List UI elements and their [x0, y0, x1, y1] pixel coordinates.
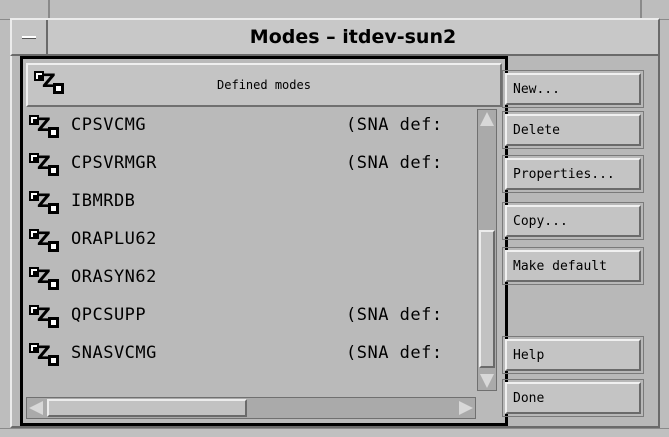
- horizontal-scroll-thumb[interactable]: [47, 399, 247, 417]
- mode-name: IBMRDB: [71, 191, 136, 211]
- list-header: Z Defined modes: [26, 63, 502, 107]
- scroll-up-arrow-icon[interactable]: [480, 112, 494, 126]
- mode-name: ORASYN62: [71, 267, 157, 287]
- horizontal-scrollbar[interactable]: [26, 397, 476, 419]
- delete-button[interactable]: Delete: [502, 111, 644, 149]
- frame-tick: [48, 0, 50, 20]
- mode-icon: Z: [29, 305, 59, 329]
- mode-name: CPSVRMGR: [71, 153, 157, 173]
- window-menu-icon: [22, 35, 36, 39]
- mode-name: CPSVCMG: [71, 115, 147, 135]
- mode-description: (SNA def:: [346, 115, 443, 135]
- window-frame-top: [0, 0, 669, 20]
- modes-list: Z CPSVCMG (SNA def: Z CPSVRMGR (SNA def:…: [26, 109, 476, 385]
- list-item[interactable]: Z ORAPLU62: [26, 223, 476, 257]
- mode-icon: Z: [29, 229, 59, 253]
- list-item[interactable]: Z CPSVRMGR (SNA def:: [26, 147, 476, 181]
- done-button[interactable]: Done: [502, 379, 644, 417]
- properties-button[interactable]: Properties...: [502, 155, 644, 193]
- window-title: Modes – itdev-sun2: [249, 26, 457, 48]
- mode-name: SNASVCMG: [71, 343, 157, 363]
- copy-button[interactable]: Copy...: [502, 202, 644, 240]
- list-item[interactable]: Z CPSVCMG (SNA def:: [26, 109, 476, 143]
- make-default-button[interactable]: Make default: [502, 247, 644, 285]
- mode-description: (SNA def:: [346, 343, 443, 363]
- dialog-body: Z Defined modes Z CPSVCMG (SNA def: Z CP…: [10, 56, 660, 428]
- list-header-label: Defined modes: [217, 78, 311, 92]
- scroll-left-arrow-icon[interactable]: [29, 401, 43, 415]
- mode-icon: Z: [29, 267, 59, 291]
- list-item[interactable]: Z SNASVCMG (SNA def:: [26, 337, 476, 371]
- scroll-right-arrow-icon[interactable]: [459, 401, 473, 415]
- mode-icon: Z: [29, 153, 59, 177]
- frame-tick: [640, 0, 642, 20]
- modes-list-panel: Z Defined modes Z CPSVCMG (SNA def: Z CP…: [20, 56, 508, 426]
- window-frame-bottom: [0, 428, 669, 437]
- mode-description: (SNA def:: [346, 305, 443, 325]
- list-item[interactable]: Z QPCSUPP (SNA def:: [26, 299, 476, 333]
- mode-icon: Z: [29, 191, 59, 215]
- mode-icon: Z: [29, 115, 59, 139]
- mode-description: (SNA def:: [346, 153, 443, 173]
- mode-icon: Z: [29, 343, 59, 367]
- vertical-scrollbar[interactable]: [477, 109, 497, 391]
- scroll-down-arrow-icon[interactable]: [480, 374, 494, 388]
- new-button[interactable]: New...: [502, 70, 644, 108]
- vertical-scroll-thumb[interactable]: [479, 230, 495, 368]
- list-item[interactable]: Z IBMRDB: [26, 185, 476, 219]
- title-bar[interactable]: Modes – itdev-sun2: [10, 18, 660, 56]
- list-item[interactable]: Z ORASYN62: [26, 261, 476, 295]
- window-menu-button[interactable]: [12, 20, 48, 54]
- help-button[interactable]: Help: [502, 336, 644, 374]
- mode-name: ORAPLU62: [71, 229, 157, 249]
- mode-name: QPCSUPP: [71, 305, 147, 325]
